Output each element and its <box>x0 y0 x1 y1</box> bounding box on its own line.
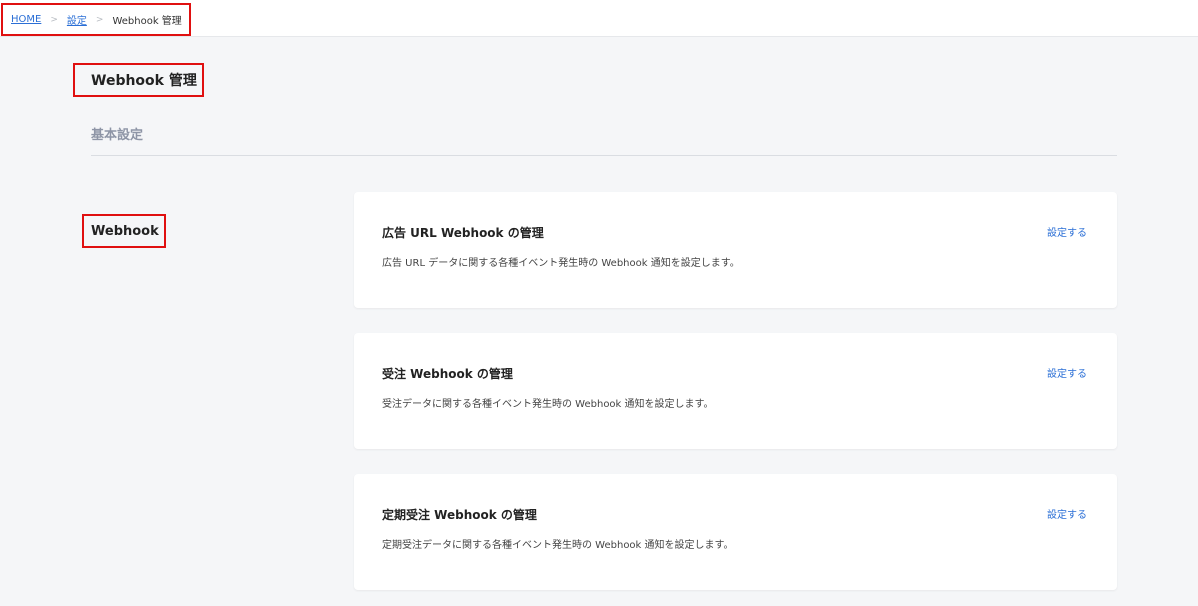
card-description: 定期受注データに関する各種イベント発生時の Webhook 通知を設定します。 <box>382 540 734 551</box>
card-title: 定期受注 Webhook の管理 <box>382 508 537 522</box>
breadcrumb-separator: > <box>95 14 104 25</box>
ad-url-webhook-card: 広告 URL Webhook の管理 広告 URL データに関する各種イベント発… <box>354 192 1117 308</box>
group-label-container: Webhook <box>82 214 166 248</box>
order-webhook-card: 受注 Webhook の管理 受注データに関する各種イベント発生時の Webho… <box>354 333 1117 449</box>
card-description: 広告 URL データに関する各種イベント発生時の Webhook 通知を設定しま… <box>382 258 740 269</box>
breadcrumb-settings-link[interactable]: 設定 <box>67 12 87 27</box>
group-label: Webhook <box>91 223 159 239</box>
breadcrumb-separator: > <box>50 14 58 25</box>
subscription-order-webhook-card: 定期受注 Webhook の管理 定期受注データに関する各種イベント発生時の W… <box>354 474 1117 590</box>
breadcrumb-home-link[interactable]: HOME <box>11 14 41 25</box>
card-title: 受注 Webhook の管理 <box>382 367 513 381</box>
section-divider <box>91 155 1117 156</box>
card-title: 広告 URL Webhook の管理 <box>382 226 544 240</box>
page-title: Webhook 管理 <box>91 73 197 89</box>
page-title-container: Webhook 管理 <box>73 63 204 97</box>
configure-order-webhook-link[interactable]: 設定する <box>1047 365 1087 380</box>
breadcrumb-current: Webhook 管理 <box>112 16 182 27</box>
card-description: 受注データに関する各種イベント発生時の Webhook 通知を設定します。 <box>382 399 714 410</box>
configure-ad-url-webhook-link[interactable]: 設定する <box>1047 224 1087 239</box>
configure-subscription-order-webhook-link[interactable]: 設定する <box>1047 506 1087 521</box>
top-bar: HOME > 設定 > Webhook 管理 <box>0 0 1198 37</box>
section-title: 基本設定 <box>91 128 144 143</box>
breadcrumb: HOME > 設定 > Webhook 管理 <box>1 3 191 36</box>
